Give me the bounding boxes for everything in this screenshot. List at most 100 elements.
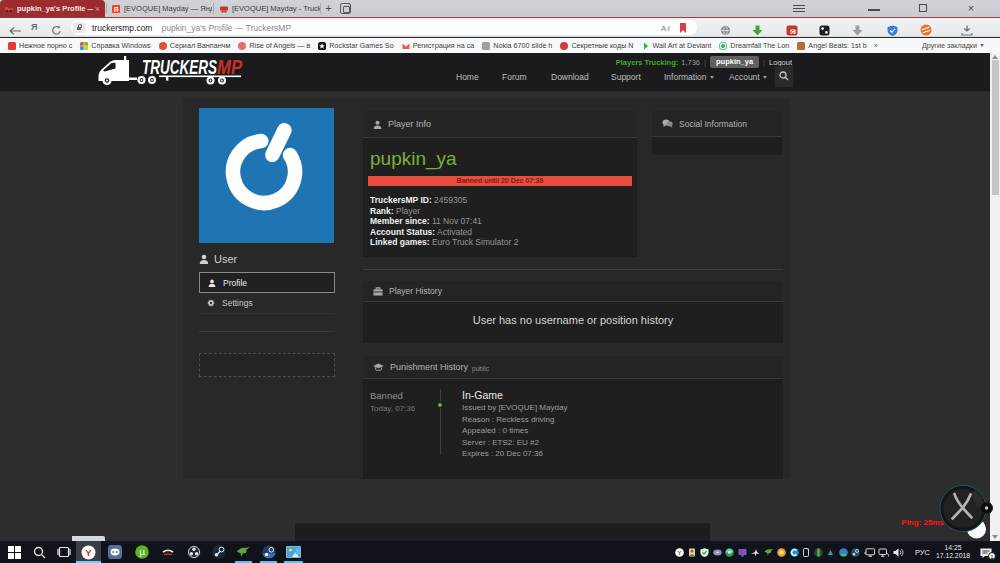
- person-icon: [373, 120, 382, 129]
- windows-taskbar: Y µ Y: [0, 541, 1000, 563]
- player-history-header: Player History: [363, 281, 783, 302]
- bookmark-item[interactable]: Секретные коды N: [560, 41, 633, 50]
- nav-account[interactable]: Account: [729, 72, 767, 82]
- bookmark-favicon: [238, 42, 246, 50]
- sidebar-item-settings[interactable]: Settings: [199, 293, 335, 314]
- taskbar-yandex-browser[interactable]: Y: [76, 541, 101, 563]
- tray-disc-icon[interactable]: [713, 548, 722, 557]
- overlay-recorder-widget[interactable]: [925, 473, 1000, 541]
- clock-time: 14:25: [944, 544, 961, 551]
- site-footer-block: [295, 523, 710, 541]
- tab-3[interactable]: [EVOQUE] Mayday - Trucke: [216, 0, 320, 17]
- address-domain[interactable]: truckersmp.com: [92, 23, 152, 33]
- clock-date: 17.12.2018: [936, 552, 970, 559]
- bookmark-item[interactable]: Dreamfall The Lon: [719, 41, 789, 50]
- taskbar-discord[interactable]: [104, 541, 125, 563]
- site-security-icon[interactable]: [73, 22, 86, 33]
- tray-war-thunder-icon[interactable]: [764, 548, 774, 556]
- player-info-panel: Player Info pupkin_ya Banned until 20 De…: [363, 111, 637, 257]
- utorrent-icon: µ: [135, 545, 149, 559]
- punishment-entry-meta: Banned Today, 07:36: [370, 390, 415, 413]
- rockstar-favicon: [318, 42, 326, 50]
- bookmark-flag-icon[interactable]: [679, 23, 687, 33]
- war-thunder-icon: [236, 546, 251, 558]
- tray-green-bar-icon[interactable]: [814, 548, 823, 557]
- tab-title: pupkin_ya's Profile — Tru: [17, 4, 93, 13]
- bookmark-item[interactable]: Wall Art at Deviant: [642, 41, 712, 50]
- truckersmp-favicon: [5, 5, 13, 13]
- taskbar-clock[interactable]: 14:25 17.12.2018: [936, 544, 970, 560]
- translate-icon[interactable]: A: [660, 23, 671, 33]
- tray-jet-icon[interactable]: [750, 548, 760, 557]
- taskbar-game[interactable]: [157, 541, 178, 563]
- taskbar-obs[interactable]: [183, 541, 204, 563]
- tab-separator: [320, 3, 321, 14]
- window-menu-icon[interactable]: [791, 0, 807, 17]
- tray-agent-icon[interactable]: [688, 548, 697, 557]
- tray-yandex-icon[interactable]: Y: [675, 548, 684, 557]
- volume-icon[interactable]: [893, 548, 904, 557]
- nav-download[interactable]: Download: [551, 72, 589, 82]
- taskbar-search-button[interactable]: [29, 541, 49, 563]
- search-icon: [33, 546, 46, 559]
- action-center-button[interactable]: 1: [980, 546, 992, 558]
- tray-shield-icon[interactable]: [700, 548, 709, 557]
- language-indicator[interactable]: РУС: [915, 548, 930, 557]
- scrollbar-thumb[interactable]: [992, 60, 999, 195]
- punishment-history-header: Punishment History public: [363, 356, 783, 379]
- tab-active[interactable]: pupkin_ya's Profile — Tru ×: [0, 0, 105, 17]
- taskbar-war-thunder[interactable]: [233, 541, 254, 563]
- window-minimize-icon[interactable]: [866, 0, 882, 17]
- taskbar-photos[interactable]: [283, 541, 304, 563]
- bookmark-item[interactable]: Справка Windows: [80, 41, 150, 50]
- sidebar-user-heading: User: [199, 253, 335, 265]
- tray-blue-c-icon[interactable]: [790, 548, 799, 557]
- bookmark-item[interactable]: Angel Beats: 1st b: [797, 41, 866, 50]
- taskbar-steam-game[interactable]: [258, 541, 279, 563]
- truckersmp-logo[interactable]: TRUCKERS MP: [95, 54, 245, 90]
- timeline-line: [440, 389, 441, 455]
- bookmark-item[interactable]: Nokia 6700 slide h: [482, 41, 552, 50]
- tray-globe-icon[interactable]: [839, 548, 848, 557]
- page-scrollbar[interactable]: [990, 53, 1000, 541]
- scrollbar-up-arrow[interactable]: [992, 55, 998, 59]
- taskbar-utorrent[interactable]: µ: [131, 541, 152, 563]
- nav-information[interactable]: Information: [664, 72, 714, 82]
- tray-display-icon[interactable]: [864, 548, 875, 557]
- players-trucking-count: 1,736: [681, 58, 700, 67]
- window-close-icon[interactable]: ×: [963, 0, 979, 17]
- username-button[interactable]: pupkin_ya: [710, 56, 759, 68]
- window-maximize-icon[interactable]: [915, 0, 931, 17]
- tray-amber-icon[interactable]: [777, 548, 786, 557]
- tray-dark-teal-icon[interactable]: [826, 548, 835, 557]
- yandex-home-button[interactable]: Я: [31, 22, 37, 32]
- new-tab-button[interactable]: +: [322, 0, 335, 17]
- bookmark-item[interactable]: Регистрация на са: [402, 41, 475, 50]
- gmail-favicon: [402, 42, 410, 50]
- nav-search-button[interactable]: [775, 66, 793, 87]
- nav-support[interactable]: Support: [611, 72, 641, 82]
- nav-forum[interactable]: Forum: [502, 72, 527, 82]
- truckersmp-favicon: [220, 5, 228, 13]
- taskbar-steam[interactable]: [208, 541, 229, 563]
- tray-steam-icon[interactable]: [851, 548, 860, 557]
- tab-groups-icon[interactable]: [340, 3, 351, 14]
- bookmarks-overflow-chevron[interactable]: »: [874, 41, 878, 50]
- tray-dc-icon[interactable]: [725, 548, 734, 557]
- task-view-button[interactable]: [54, 541, 74, 563]
- nav-home[interactable]: Home: [456, 72, 479, 82]
- tray-phone-icon[interactable]: [802, 548, 810, 557]
- bookmark-item[interactable]: Rockstar Games So: [318, 41, 393, 50]
- bookmark-item[interactable]: Rise of Angels — в: [238, 41, 310, 50]
- network-icon[interactable]: [878, 548, 889, 557]
- address-bar[interactable]: truckersmp.com pupkin_ya's Profile — Tru…: [71, 20, 697, 35]
- tray-monitor-purple-icon[interactable]: [738, 548, 747, 557]
- tab-2[interactable]: Я [EVOQUE] Mayday — Янде: [108, 0, 212, 17]
- sidebar-item-profile[interactable]: Profile: [199, 272, 335, 293]
- tab-close-icon[interactable]: ×: [95, 4, 100, 14]
- bookmark-item[interactable]: Сериал Ванпанчм: [159, 41, 231, 50]
- start-button[interactable]: [4, 541, 24, 563]
- other-bookmarks-button[interactable]: Другие закладки: [922, 41, 984, 50]
- punishment-entry-details: In-Game Issued by [EVOQUE] Mayday Reason…: [462, 389, 567, 458]
- bookmark-item[interactable]: Нежное порно с: [8, 41, 72, 50]
